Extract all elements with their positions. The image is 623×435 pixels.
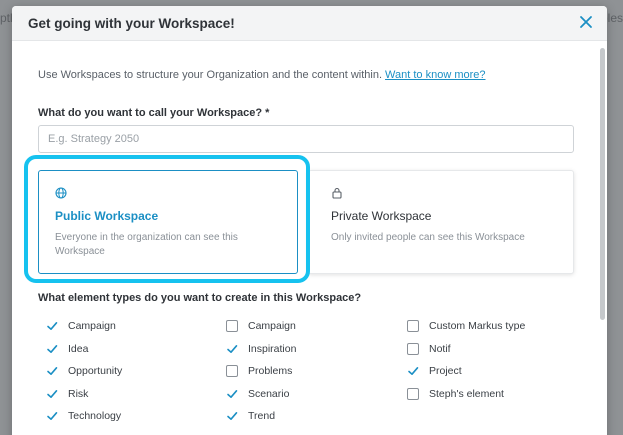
element-type-checkbox[interactable]: Problems (226, 360, 296, 383)
private-workspace-option[interactable]: Private Workspace Only invited people ca… (308, 170, 574, 274)
checkmark-icon[interactable] (46, 320, 58, 332)
dialog-header: Get going with your Workspace! (12, 6, 607, 41)
create-workspace-dialog: Get going with your Workspace! Use Works… (12, 6, 607, 435)
checkbox-empty-icon[interactable] (407, 320, 419, 333)
checkmark-icon[interactable] (46, 365, 58, 377)
element-type-label: Notif (429, 342, 451, 355)
checkmark-icon[interactable] (46, 343, 58, 355)
dialog-title: Get going with your Workspace! (28, 16, 235, 31)
element-type-label: Campaign (68, 320, 116, 333)
checkmark-icon[interactable] (46, 410, 58, 422)
globe-icon (55, 187, 67, 199)
know-more-link[interactable]: Want to know more? (385, 69, 485, 81)
element-type-checkbox[interactable]: Project (407, 360, 525, 383)
element-type-label: Opportunity (68, 365, 123, 378)
checkbox-empty-icon[interactable] (226, 320, 238, 333)
checkbox-empty-icon[interactable] (407, 342, 419, 355)
checkbox-empty-icon[interactable] (407, 387, 419, 400)
checkmark-icon[interactable] (226, 410, 238, 422)
element-type-label: Scenario (248, 387, 290, 400)
close-button[interactable] (578, 14, 594, 30)
public-workspace-description: Everyone in the organization can see thi… (55, 232, 238, 257)
element-type-checkbox[interactable]: Inspiration (226, 338, 296, 361)
checkmark-icon[interactable] (407, 365, 419, 377)
element-type-checkbox[interactable]: Technology (46, 405, 122, 428)
scrollbar[interactable] (600, 48, 605, 320)
element-types-column: Campaign Idea Opportunity Risk Technology (46, 315, 122, 428)
close-icon (580, 16, 592, 28)
element-type-label: Custom Markus type (429, 320, 526, 333)
element-type-checkbox[interactable]: Risk (46, 383, 122, 406)
public-workspace-title: Public Workspace (55, 209, 159, 223)
element-type-checkbox[interactable]: Campaign (226, 315, 296, 338)
element-type-checkbox[interactable]: Custom Markus type (407, 315, 525, 338)
element-type-label: Idea (68, 342, 89, 355)
element-type-label: Technology (68, 410, 122, 423)
checkmark-icon[interactable] (226, 343, 238, 355)
checkmark-icon[interactable] (46, 388, 58, 400)
element-types-label: What element types do you want to create… (38, 292, 362, 304)
element-type-checkbox[interactable]: Scenario (226, 383, 296, 406)
background-text-fragment: ptl (0, 11, 13, 25)
element-type-checkbox[interactable]: Steph's element (407, 383, 525, 406)
lock-icon (332, 187, 342, 199)
element-type-label: Campaign (248, 320, 296, 333)
element-types-column: Custom Markus type Notif Project Steph's el… (407, 315, 525, 405)
workspace-name-label: What do you want to call your Workspace?… (38, 107, 270, 119)
element-type-label: Problems (248, 365, 293, 378)
intro-description: Use Workspaces to structure your Organiz… (38, 69, 383, 81)
checkmark-icon[interactable] (226, 388, 238, 400)
element-type-label: Inspiration (248, 342, 297, 355)
element-types-column: Campaign Inspiration Problems Scenario Trend (226, 315, 296, 428)
private-workspace-description: Only invited people can see this Workspa… (331, 232, 525, 243)
workspace-name-input[interactable] (38, 125, 574, 153)
element-type-label: Risk (68, 387, 89, 400)
element-type-checkbox[interactable]: Notif (407, 338, 525, 361)
element-type-checkbox[interactable]: Opportunity (46, 360, 122, 383)
element-type-label: Trend (248, 410, 276, 423)
public-workspace-option[interactable]: Public Workspace Everyone in the organiz… (38, 170, 298, 274)
element-type-label: Steph's element (429, 387, 504, 400)
element-type-checkbox[interactable]: Trend (226, 405, 296, 428)
private-workspace-title: Private Workspace (331, 209, 432, 223)
element-type-checkbox[interactable]: Idea (46, 338, 122, 361)
element-type-label: Project (429, 365, 462, 378)
checkbox-empty-icon[interactable] (226, 365, 238, 378)
intro-text: Use Workspaces to structure your Organiz… (38, 69, 486, 81)
element-type-checkbox[interactable]: Campaign (46, 315, 122, 338)
